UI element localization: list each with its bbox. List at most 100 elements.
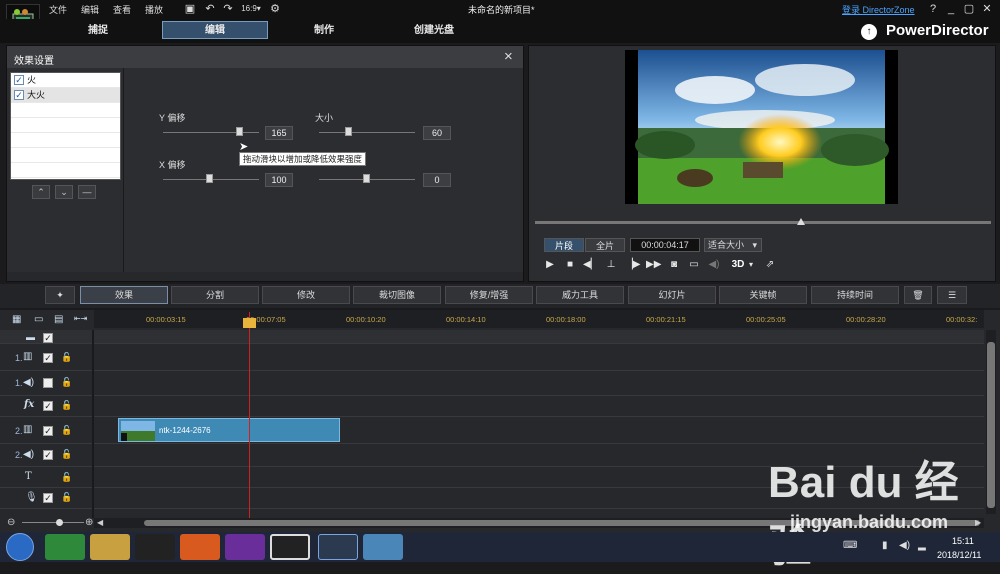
track-enable-checkbox[interactable]: ✓ [43,493,53,503]
start-button[interactable] [6,533,34,561]
zoom-slider-track[interactable] [22,522,84,523]
track-enable-checkbox[interactable] [43,378,53,388]
master-track-checkbox[interactable]: ✓ [43,333,53,343]
size-value[interactable]: 60 [423,126,451,140]
record-icon[interactable] [270,534,310,560]
track-lock-icon[interactable]: 🔓 [61,492,72,503]
minimize-icon[interactable]: _ [944,2,958,16]
help-icon[interactable]: ? [926,2,940,16]
scroll-left-icon[interactable]: ◀ [97,518,103,527]
previous-frame-icon[interactable]: ◀▏ [583,258,598,272]
menu-play[interactable]: 播放 [145,3,163,16]
zoom-slider-thumb[interactable] [56,519,63,526]
clock-time[interactable]: 15:11 [952,536,974,546]
track-lock-icon[interactable]: 🔓 [61,352,72,363]
settings-gear-icon[interactable]: ⚙ [268,2,282,16]
video-clip[interactable]: ntk-1244-2676 [118,418,340,442]
taskbar-app-icon[interactable] [45,534,85,560]
storyboard-view-icon[interactable]: ▭ [34,314,43,325]
file-explorer-icon[interactable] [90,534,130,560]
power-tools-button[interactable]: 威力工具 [536,286,624,304]
clock-date[interactable]: 2018/12/11 [937,550,981,560]
movie-mode-button[interactable]: 全片 [585,238,625,252]
media-app-icon[interactable] [225,534,265,560]
fit-timeline-icon[interactable]: ⇤⇥ [74,314,87,323]
aspect-ratio-icon[interactable]: 16:9▾ [240,2,262,16]
login-directorzone-link[interactable]: 登录 DirectorZone [842,3,915,16]
timecode-display[interactable]: 00:00:04:17 [630,238,700,252]
track-lock-icon[interactable]: 🔓 [61,425,72,436]
crop-image-button[interactable]: 裁切图像 [353,286,441,304]
restore-icon[interactable]: ▢ [962,2,976,16]
checkbox[interactable]: ✓ [14,90,24,100]
preview-quality-icon[interactable]: ▭ [687,258,701,272]
redo-icon[interactable]: ↷ [221,2,235,16]
track-manager-icon[interactable]: ▦ [12,314,21,325]
size-slider-track[interactable] [319,132,415,133]
split-button[interactable]: 分割 [171,286,259,304]
y-offset-slider-thumb[interactable] [236,127,243,136]
volume-icon[interactable]: ◀) [899,540,910,551]
track-lock-icon[interactable]: 🔓 [61,449,72,460]
track-lock-icon[interactable]: 🔓 [61,377,72,388]
zoom-in-icon[interactable]: ⊕ [85,517,93,528]
preview-scrub-thumb[interactable] [797,218,805,225]
y-offset-value[interactable]: 165 [265,126,293,140]
keyboard-icon[interactable]: ⌨ [843,540,857,551]
close-icon[interactable]: × [504,48,513,65]
menu-view[interactable]: 查看 [113,3,131,16]
fast-forward-icon[interactable]: ▶▶ [646,258,661,272]
more-tools-icon[interactable]: ☰ [937,286,967,304]
clip-mode-button[interactable]: 片段 [544,238,584,252]
slideshow-button[interactable]: 幻灯片 [628,286,716,304]
effect-button[interactable]: 效果 [80,286,168,304]
list-item[interactable]: ✓ 大火 [11,88,120,103]
move-down-button[interactable]: ⌄ [55,185,73,199]
checkbox[interactable]: ✓ [14,75,24,85]
duration-button[interactable]: 持续时间 [811,286,899,304]
keyframe-button[interactable]: 关键帧 [719,286,807,304]
qq-icon[interactable] [135,534,175,560]
add-track-icon[interactable]: ▤ [54,314,63,325]
preview-scrub-bar[interactable] [535,221,991,224]
delete-trash-icon[interactable]: 🗑 [904,286,932,304]
firefox-icon[interactable] [180,534,220,560]
network-icon[interactable]: ▂ [918,540,926,551]
playhead-line[interactable] [249,312,250,518]
tab-edit[interactable]: 编辑 [162,21,268,39]
fit-size-select[interactable]: 适合大小 ▾ [704,238,762,252]
menu-edit[interactable]: 编辑 [81,3,99,16]
x-offset-slider-thumb[interactable] [206,174,213,183]
magic-tools-button[interactable]: ✦ [45,286,75,304]
photo-viewer-icon[interactable] [363,534,403,560]
track-enable-checkbox[interactable]: ✓ [43,450,53,460]
chevron-down-icon[interactable]: ▾ [747,258,755,272]
size-slider-thumb[interactable] [345,127,352,136]
modify-button[interactable]: 修改 [262,286,350,304]
volume-icon[interactable]: ◀) [707,258,721,272]
undock-preview-icon[interactable]: ⇗ [763,258,777,272]
y-offset-slider-track[interactable] [163,132,259,133]
tab-create-disc[interactable]: 创建光盘 [381,22,487,40]
powerdirector-taskbar-icon[interactable] [318,534,358,560]
device-icon[interactable]: ▮ [882,540,888,551]
list-item[interactable]: ✓ 火 [11,73,120,88]
remove-effect-button[interactable]: — [78,185,96,199]
move-up-button[interactable]: ⌃ [32,185,50,199]
undo-icon[interactable]: ↶ [203,2,217,16]
param-slider-thumb[interactable] [363,174,370,183]
zoom-out-icon[interactable]: ⊖ [7,517,15,528]
track-enable-checkbox[interactable]: ✓ [43,401,53,411]
track-enable-checkbox[interactable]: ✓ [43,426,53,436]
snapshot-camera-icon[interactable]: ◙ [667,258,681,272]
track-lock-icon[interactable]: 🔓 [61,400,72,411]
track-enable-checkbox[interactable]: ✓ [43,353,53,363]
playhead-marker[interactable] [243,318,256,328]
track-lock-icon[interactable]: 🔓 [61,472,72,483]
x-offset-value[interactable]: 100 [265,173,293,187]
param-value[interactable]: 0 [423,173,451,187]
save-icon[interactable]: ▣ [183,2,197,16]
close-window-icon[interactable]: ✕ [980,2,994,16]
3d-mode-toggle[interactable]: 3D [729,258,747,272]
play-icon[interactable]: ▶ [543,258,557,272]
